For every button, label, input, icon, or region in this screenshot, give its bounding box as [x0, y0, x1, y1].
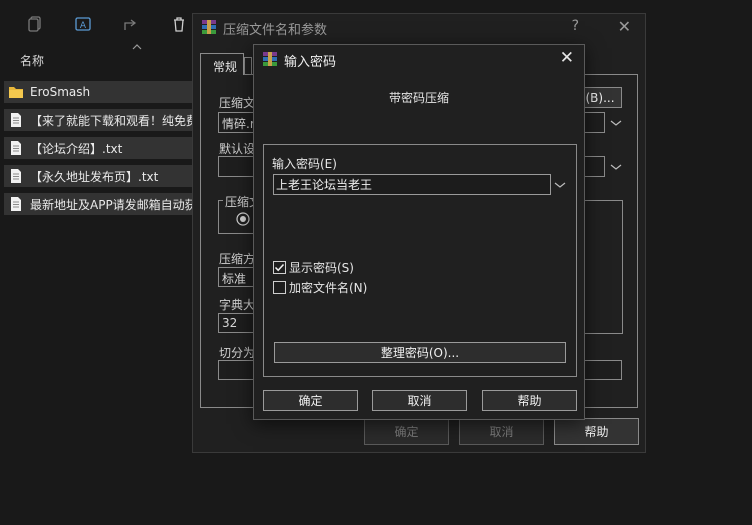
password-group: 输入密码(E) 显示密码(S) 加密文件名(N) 整理密码(O)...: [263, 144, 577, 377]
file-row[interactable]: 【来了就能下载和观看！纯免费: [4, 109, 204, 131]
chevron-down-icon[interactable]: [610, 119, 622, 127]
archive-options-group: [583, 200, 623, 334]
show-password-checkbox-row[interactable]: 显示密码(S): [273, 259, 354, 276]
password-dialog: 输入密码 ✕ 带密码压缩 输入密码(E) 显示密码(S) 加密文件名(N) 整理…: [253, 44, 585, 420]
show-password-label: 显示密码(S): [289, 261, 354, 275]
radio-rar[interactable]: [236, 212, 250, 226]
file-row[interactable]: 最新地址及APP请发邮箱自动获: [4, 193, 204, 215]
text-file-icon: [11, 113, 21, 127]
password-cancel-button[interactable]: 取消: [372, 390, 467, 411]
file-name: 【论坛介绍】.txt: [30, 141, 123, 156]
password-input[interactable]: [273, 174, 551, 195]
file-row[interactable]: 【论坛介绍】.txt: [4, 137, 204, 159]
column-header-name[interactable]: 名称: [20, 52, 44, 69]
file-name: EroSmash: [30, 85, 91, 99]
default-profile-label: 默认设: [219, 142, 256, 156]
password-help-button[interactable]: 帮助: [482, 390, 577, 411]
tab-general[interactable]: 常规: [200, 53, 244, 75]
encrypt-names-checkbox[interactable]: [273, 281, 286, 294]
password-dialog-title: 输入密码: [284, 55, 337, 70]
folder-icon: [9, 87, 23, 98]
share-icon[interactable]: [120, 13, 142, 35]
text-file-icon: [11, 169, 21, 183]
main-cancel-button[interactable]: 取消: [459, 418, 544, 445]
main-ok-button[interactable]: 确定: [364, 418, 449, 445]
rename-icon[interactable]: A: [72, 13, 94, 35]
split-volumes-label: 切分为: [219, 346, 256, 360]
tab-advanced[interactable]: [244, 57, 252, 75]
password-heading: 带密码压缩: [388, 91, 449, 105]
split-volumes-field[interactable]: [218, 360, 258, 380]
profile-field[interactable]: [218, 156, 258, 177]
text-file-icon: [11, 141, 21, 155]
password-ok-button[interactable]: 确定: [263, 390, 358, 411]
dictionary-size-field[interactable]: 32: [218, 313, 258, 333]
organize-passwords-button[interactable]: 整理密码(O)...: [274, 342, 566, 363]
file-name: 【来了就能下载和观看！纯免费: [30, 113, 199, 128]
file-row[interactable]: 【永久地址发布页】.txt: [4, 165, 204, 187]
chevron-down-icon[interactable]: [554, 181, 566, 189]
archive-name-field-end[interactable]: [583, 112, 605, 133]
main-help-button[interactable]: 帮助: [554, 418, 639, 445]
file-name: 【永久地址发布页】.txt: [30, 169, 159, 184]
winrar-icon: [202, 20, 216, 34]
encrypt-names-label: 加密文件名(N): [289, 281, 368, 295]
file-row-erosmash[interactable]: EroSmash: [4, 81, 204, 103]
compression-method-label: 压缩方: [219, 252, 256, 266]
text-file-icon: [11, 197, 21, 211]
enter-password-label: 输入密码(E): [272, 157, 337, 171]
copy-icon[interactable]: [24, 13, 46, 35]
svg-text:A: A: [80, 21, 87, 31]
chevron-down-icon[interactable]: [610, 163, 622, 171]
split-volumes-field-end[interactable]: [583, 360, 622, 380]
help-icon[interactable]: ?: [572, 18, 579, 34]
compression-method-field[interactable]: 标准: [218, 267, 258, 287]
file-name: 最新地址及APP请发邮箱自动获: [30, 197, 197, 212]
sort-ascending-icon: [132, 44, 142, 50]
archive-name-label: 压缩文: [219, 96, 256, 110]
profile-field-end[interactable]: [583, 156, 605, 177]
checkmark-icon: [274, 263, 285, 272]
close-icon[interactable]: ✕: [618, 17, 631, 36]
encrypt-names-checkbox-row[interactable]: 加密文件名(N): [273, 279, 367, 296]
winrar-icon: [263, 52, 277, 66]
close-icon[interactable]: ✕: [560, 48, 574, 68]
delete-icon[interactable]: [168, 13, 190, 35]
dictionary-size-label: 字典大: [219, 298, 256, 312]
dialog-title: 压缩文件名和参数: [223, 23, 328, 38]
show-password-checkbox[interactable]: [273, 261, 286, 274]
